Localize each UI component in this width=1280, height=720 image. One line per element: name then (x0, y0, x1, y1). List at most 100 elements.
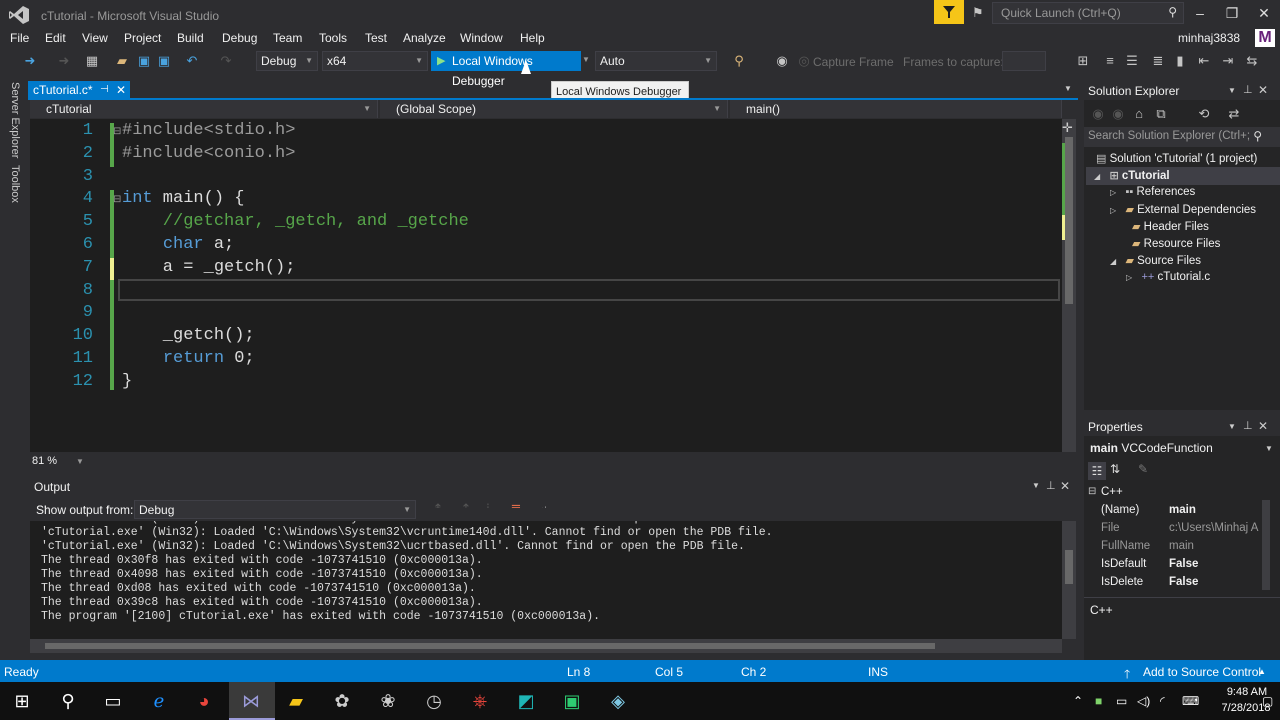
chrome-icon[interactable]: ◕ (188, 686, 220, 716)
toolbar-icon-b[interactable]: ≡ (1102, 53, 1118, 69)
app-icon-d[interactable]: ◩ (510, 686, 542, 716)
collapsed-arrow-icon[interactable]: ▷ (1110, 188, 1116, 197)
language-icon[interactable]: ⌨ (1182, 694, 1199, 708)
menu-file[interactable]: File (10, 31, 29, 45)
menu-help[interactable]: Help (520, 31, 545, 45)
tab-ctutorial-c[interactable]: cTutorial.c* ⊣ ✕ (28, 81, 130, 99)
camera-icon[interactable]: ◉ (774, 53, 790, 69)
prop-pin-icon[interactable]: ⊥ (1243, 419, 1253, 432)
collapse-icon[interactable]: ⊟ (113, 194, 121, 205)
solution-configuration-select[interactable]: Debug ▼ (256, 51, 318, 71)
feedback-icon[interactable]: ⚑ (972, 5, 984, 21)
wifi-icon[interactable]: ◜ (1160, 694, 1165, 708)
properties-object-select[interactable]: main VCCodeFunction (1090, 441, 1213, 455)
home-icon[interactable]: ⌂ (1131, 106, 1147, 122)
collapsed-arrow-icon[interactable]: ▷ (1110, 206, 1116, 215)
tree-references[interactable]: ▷ ▪▪ References (1110, 186, 1195, 198)
se-pin-icon[interactable]: ⊥ (1243, 83, 1253, 96)
close-tab-icon[interactable]: ✕ (116, 81, 126, 99)
toolbox-tab[interactable]: Toolbox (9, 165, 21, 203)
output-scroll-thumb[interactable] (1065, 550, 1073, 584)
solution-platform-select[interactable]: x64 ▼ (322, 51, 428, 71)
server-explorer-tab[interactable]: Server Explorer (9, 82, 21, 158)
toolbar-icon-f[interactable]: ⇥ (1220, 53, 1236, 69)
battery-icon[interactable]: ▭ (1116, 694, 1127, 708)
split-icon[interactable]: ✛ (1062, 120, 1073, 136)
property-pages-icon[interactable]: ✎ (1138, 462, 1148, 476)
output-pin-icon[interactable]: ⊥ (1046, 479, 1056, 492)
menu-view[interactable]: View (82, 31, 108, 45)
capture-frame-button[interactable]: Capture Frame (813, 55, 894, 69)
undo-icon[interactable]: ↶ (184, 53, 200, 69)
prop-row-value[interactable]: main (1169, 504, 1196, 516)
visual-studio-taskbar-icon[interactable]: ⋈ (235, 686, 267, 716)
run-mode-select[interactable]: Auto ▼ (595, 51, 717, 71)
user-avatar[interactable]: M (1255, 29, 1275, 47)
menu-test[interactable]: Test (365, 31, 387, 45)
menu-window[interactable]: Window (460, 31, 503, 45)
close-window-button[interactable]: ✕ (1248, 2, 1280, 24)
tree-external-deps[interactable]: ▷ ▰ External Dependencies (1110, 203, 1256, 216)
toolbar-icon-a[interactable]: ⊞ (1075, 53, 1091, 69)
collapse-icon[interactable]: ⊟ (113, 126, 121, 137)
output-menu-icon[interactable]: ▼ (1032, 481, 1040, 490)
bookmark-icon[interactable]: ▮ (1172, 53, 1188, 69)
tree-header-files[interactable]: ▰ Header Files (1132, 220, 1209, 233)
maximize-button[interactable]: ❐ (1216, 2, 1248, 24)
tree-source-files[interactable]: ◢ ▰ Source Files (1110, 254, 1201, 267)
se-menu-icon[interactable]: ▼ (1228, 86, 1236, 95)
se-back-icon[interactable]: ◉ (1090, 106, 1106, 122)
tree-project[interactable]: ◢ ⊞ cTutorial (1094, 169, 1170, 182)
tray-app-icon[interactable]: ■ (1095, 694, 1102, 708)
prop-row-value[interactable]: main (1169, 540, 1194, 552)
pending-changes-icon[interactable]: ⟲ (1196, 106, 1212, 122)
file-explorer-icon[interactable]: ▰ (280, 686, 312, 716)
app-icon-e[interactable]: ◈ (602, 686, 634, 716)
add-to-source-control-button[interactable]: Add to Source Control (1143, 665, 1261, 679)
edge-icon[interactable]: ℯ (143, 686, 175, 716)
toolbar-icon-e[interactable]: ⇤ (1196, 53, 1212, 69)
editor-scroll-thumb[interactable] (1065, 137, 1073, 304)
function-nav-select[interactable]: main() (730, 100, 1062, 118)
app-icon-c[interactable]: ◷ (418, 686, 450, 716)
alphabetical-icon[interactable]: ⇅ (1110, 462, 1120, 476)
expanded-arrow-icon[interactable]: ◢ (1094, 172, 1100, 181)
toolbar-icon-g[interactable]: ⇆ (1244, 53, 1260, 69)
collapsed-arrow-icon[interactable]: ▷ (1126, 273, 1132, 282)
toolbar-icon-d[interactable]: ≣ (1150, 53, 1166, 69)
volume-icon[interactable]: ◁) (1137, 694, 1150, 708)
object-dropdown-icon[interactable]: ▼ (1265, 444, 1273, 453)
search-icon[interactable]: ⚲ (52, 686, 84, 716)
menu-analyze[interactable]: Analyze (403, 31, 446, 45)
zoom-dropdown-icon[interactable]: ▼ (76, 457, 84, 466)
prop-row-value[interactable]: c:\Users\Minhaj A (1169, 522, 1259, 534)
sync-icon[interactable]: ⇄ (1226, 106, 1242, 122)
tree-source-file[interactable]: ▷ ++ cTutorial.c (1126, 271, 1210, 283)
pycharm-icon[interactable]: ▣ (556, 686, 588, 716)
se-close-icon[interactable]: ✕ (1258, 83, 1268, 97)
menu-tools[interactable]: Tools (319, 31, 347, 45)
menu-project[interactable]: Project (124, 31, 161, 45)
zoom-level[interactable]: 81 % (32, 455, 57, 467)
source-control-arrow-icon[interactable]: ▲ (1258, 667, 1266, 676)
task-view-icon[interactable]: ▭ (97, 686, 129, 716)
app-icon-b[interactable]: ❀ (372, 686, 404, 716)
output-hscroll-thumb[interactable] (45, 643, 935, 649)
toolbar-icon-c[interactable]: ☰ (1124, 53, 1140, 69)
menu-build[interactable]: Build (177, 31, 204, 45)
open-file-icon[interactable]: ▰ (114, 53, 130, 69)
new-project-icon[interactable]: ▦ (84, 53, 100, 69)
save-icon[interactable]: ▣ (136, 53, 152, 69)
output-close-icon[interactable]: ✕ (1060, 479, 1070, 493)
notifications-flag-button[interactable] (934, 0, 964, 24)
pdf-reader-icon[interactable]: ⎈ (464, 686, 496, 716)
category-collapse-icon[interactable]: ⊟ (1088, 486, 1096, 497)
menu-edit[interactable]: Edit (45, 31, 66, 45)
local-windows-debugger-button[interactable]: ▶ Local Windows Debugger (431, 51, 581, 88)
save-all-icon[interactable]: ▣ (156, 53, 172, 69)
frames-to-capture-input[interactable] (1002, 51, 1046, 71)
back-icon[interactable]: ➜ (22, 53, 38, 69)
se-forward-icon[interactable]: ◉ (1110, 106, 1126, 122)
expanded-arrow-icon[interactable]: ◢ (1110, 257, 1116, 266)
find-in-files-icon[interactable]: ⚲ (731, 53, 747, 69)
